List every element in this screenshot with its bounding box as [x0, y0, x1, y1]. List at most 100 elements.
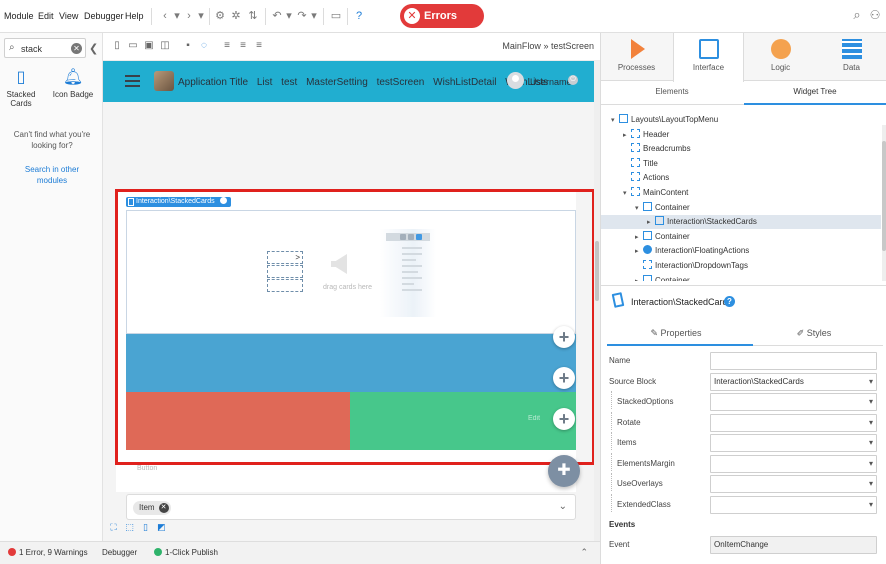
- stacked-cards-icon[interactable]: ◩: [156, 522, 167, 533]
- help-icon[interactable]: ?: [352, 9, 366, 23]
- caret-down-icon[interactable]: ▾: [623, 187, 631, 201]
- add-card-button[interactable]: +: [553, 367, 575, 389]
- device-phone-icon[interactable]: ▯: [111, 40, 123, 52]
- property-select[interactable]: [710, 393, 877, 411]
- align-center-icon[interactable]: ≡: [237, 40, 249, 52]
- widget-options-icon[interactable]: [219, 197, 227, 204]
- toolbox-search[interactable]: ⌕ ✕: [4, 38, 86, 58]
- dropdown-tags-row[interactable]: Item ✕ ⌄: [126, 494, 576, 520]
- property-select[interactable]: [710, 434, 877, 452]
- avatar[interactable]: [507, 72, 524, 89]
- tree-node[interactable]: Interaction\DropdownTags: [601, 259, 881, 273]
- tab-widget-tree[interactable]: Widget Tree: [744, 87, 886, 96]
- logout-icon[interactable]: ⏻: [568, 75, 578, 85]
- app-menu-item[interactable]: test: [281, 77, 297, 88]
- toolbox-search-input[interactable]: [21, 42, 71, 55]
- breadcrumb-parent[interactable]: MainFlow: [502, 41, 541, 51]
- comment-icon[interactable]: ▭: [329, 9, 343, 23]
- sort-icon[interactable]: ⇅: [246, 9, 260, 23]
- app-header[interactable]: Application Title List test MasterSettin…: [103, 61, 600, 102]
- debug-bug-icon[interactable]: ✲: [229, 9, 243, 23]
- align-left-icon[interactable]: ≡: [221, 40, 233, 52]
- device-custom-icon[interactable]: ◫: [159, 40, 171, 52]
- tree-node[interactable]: ▾ Container: [601, 201, 881, 215]
- publish-tab[interactable]: 1-Click Publish: [154, 548, 218, 557]
- fit-screen-icon[interactable]: ⛶: [108, 522, 119, 533]
- add-card-button[interactable]: +: [553, 326, 575, 348]
- device-desktop-icon[interactable]: ▣: [143, 40, 155, 52]
- caret-right-icon[interactable]: ▸: [635, 275, 643, 281]
- tree-node[interactable]: ▸ Container: [601, 230, 881, 244]
- menu-edit[interactable]: Edit: [38, 11, 54, 21]
- tree-node[interactable]: ▾ Layouts\LayoutTopMenu: [601, 113, 881, 127]
- tree-scrollbar[interactable]: [882, 125, 886, 281]
- menu-help[interactable]: Help: [125, 11, 144, 21]
- undo-dropdown-icon[interactable]: ▾: [282, 9, 296, 23]
- clear-search-icon[interactable]: ✕: [71, 43, 82, 54]
- property-select[interactable]: Interaction\StackedCards: [710, 372, 877, 391]
- tab-styles[interactable]: ✐ Styles: [745, 328, 883, 339]
- user-account-icon[interactable]: ⚇: [868, 8, 882, 22]
- username[interactable]: Username: [530, 77, 572, 87]
- caret-right-icon[interactable]: ▸: [647, 216, 655, 230]
- event-value[interactable]: OnItemChange: [710, 536, 877, 554]
- tab-properties[interactable]: ✎ Properties: [607, 328, 745, 339]
- errors-warnings-tab[interactable]: 1 Error, 9 Warnings: [8, 548, 88, 557]
- tree-node[interactable]: ▾ MainContent: [601, 186, 881, 200]
- caret-right-icon[interactable]: ▸: [623, 129, 631, 143]
- toggle-html-icon[interactable]: ▪: [182, 40, 194, 52]
- tab-elements[interactable]: Elements: [601, 87, 743, 96]
- remove-tag-icon[interactable]: ✕: [158, 503, 169, 513]
- chevron-down-icon[interactable]: ⌄: [559, 501, 567, 512]
- redo-dropdown-icon[interactable]: ▾: [307, 9, 321, 23]
- align-right-icon[interactable]: ≡: [253, 40, 265, 52]
- forward-dropdown-icon[interactable]: ▾: [194, 9, 208, 23]
- device-tablet-icon[interactable]: ▭: [127, 40, 139, 52]
- search-icon[interactable]: ⌕: [850, 8, 864, 22]
- tab-processes[interactable]: Processes: [601, 33, 672, 81]
- app-title[interactable]: Application Title: [178, 77, 248, 88]
- tree-node[interactable]: ▸ Interaction\StackedCards: [601, 215, 881, 230]
- toggle-widgets-icon[interactable]: ◌: [198, 40, 210, 52]
- tab-interface[interactable]: Interface: [673, 33, 744, 82]
- tab-logic[interactable]: Logic: [745, 33, 816, 81]
- floating-action-button[interactable]: ✚: [548, 455, 580, 487]
- property-select[interactable]: [710, 495, 877, 514]
- app-menu-item[interactable]: WishListDetail: [433, 77, 496, 88]
- property-select[interactable]: [710, 475, 877, 493]
- menu-debugger[interactable]: Debugger: [84, 11, 124, 21]
- menu-module[interactable]: Module: [4, 11, 34, 21]
- tree-node[interactable]: ▸ Container: [601, 274, 881, 281]
- help-icon[interactable]: ?: [724, 296, 735, 307]
- select-area-icon[interactable]: ⬚: [124, 522, 135, 533]
- preview-icon[interactable]: ▯: [140, 522, 151, 533]
- search-other-modules-link[interactable]: Search in other modules: [10, 164, 94, 186]
- hamburger-menu-icon[interactable]: [125, 75, 140, 87]
- app-menu-item[interactable]: testScreen: [377, 77, 425, 88]
- property-select[interactable]: [710, 454, 877, 473]
- caret-down-icon[interactable]: ▾: [611, 114, 619, 128]
- caret-right-icon[interactable]: ▸: [635, 245, 643, 259]
- caret-down-icon[interactable]: ▾: [635, 202, 643, 216]
- settings-icon[interactable]: ⚙: [213, 9, 227, 23]
- property-select[interactable]: [710, 413, 877, 432]
- add-card-button[interactable]: +: [553, 408, 575, 430]
- debugger-tab[interactable]: Debugger: [102, 548, 137, 557]
- item-tag[interactable]: Item ✕: [133, 501, 171, 515]
- collapse-panel-icon[interactable]: ❮: [89, 42, 98, 55]
- tab-data[interactable]: Data: [816, 33, 886, 81]
- card-red[interactable]: [126, 392, 350, 450]
- tree-node[interactable]: ▸ Interaction\FloatingActions: [601, 244, 881, 258]
- menu-view[interactable]: View: [59, 11, 78, 21]
- widget-tag-stacked-cards[interactable]: Interaction\StackedCards: [126, 197, 231, 207]
- property-input[interactable]: [710, 352, 877, 370]
- tree-node[interactable]: Breadcrumbs: [601, 142, 881, 156]
- tree-node[interactable]: Title: [601, 157, 881, 171]
- card-blue[interactable]: [126, 334, 576, 392]
- app-menu-item[interactable]: MasterSetting: [306, 77, 368, 88]
- tree-node[interactable]: Actions: [601, 171, 881, 185]
- app-menu-item[interactable]: List: [257, 77, 273, 88]
- toolbox-widget-stacked-cards[interactable]: ▯ Stacked Cards: [0, 69, 43, 108]
- caret-right-icon[interactable]: ▸: [635, 231, 643, 245]
- toolbox-widget-icon-badge[interactable]: 🔔︎ Icon Badge: [51, 69, 95, 99]
